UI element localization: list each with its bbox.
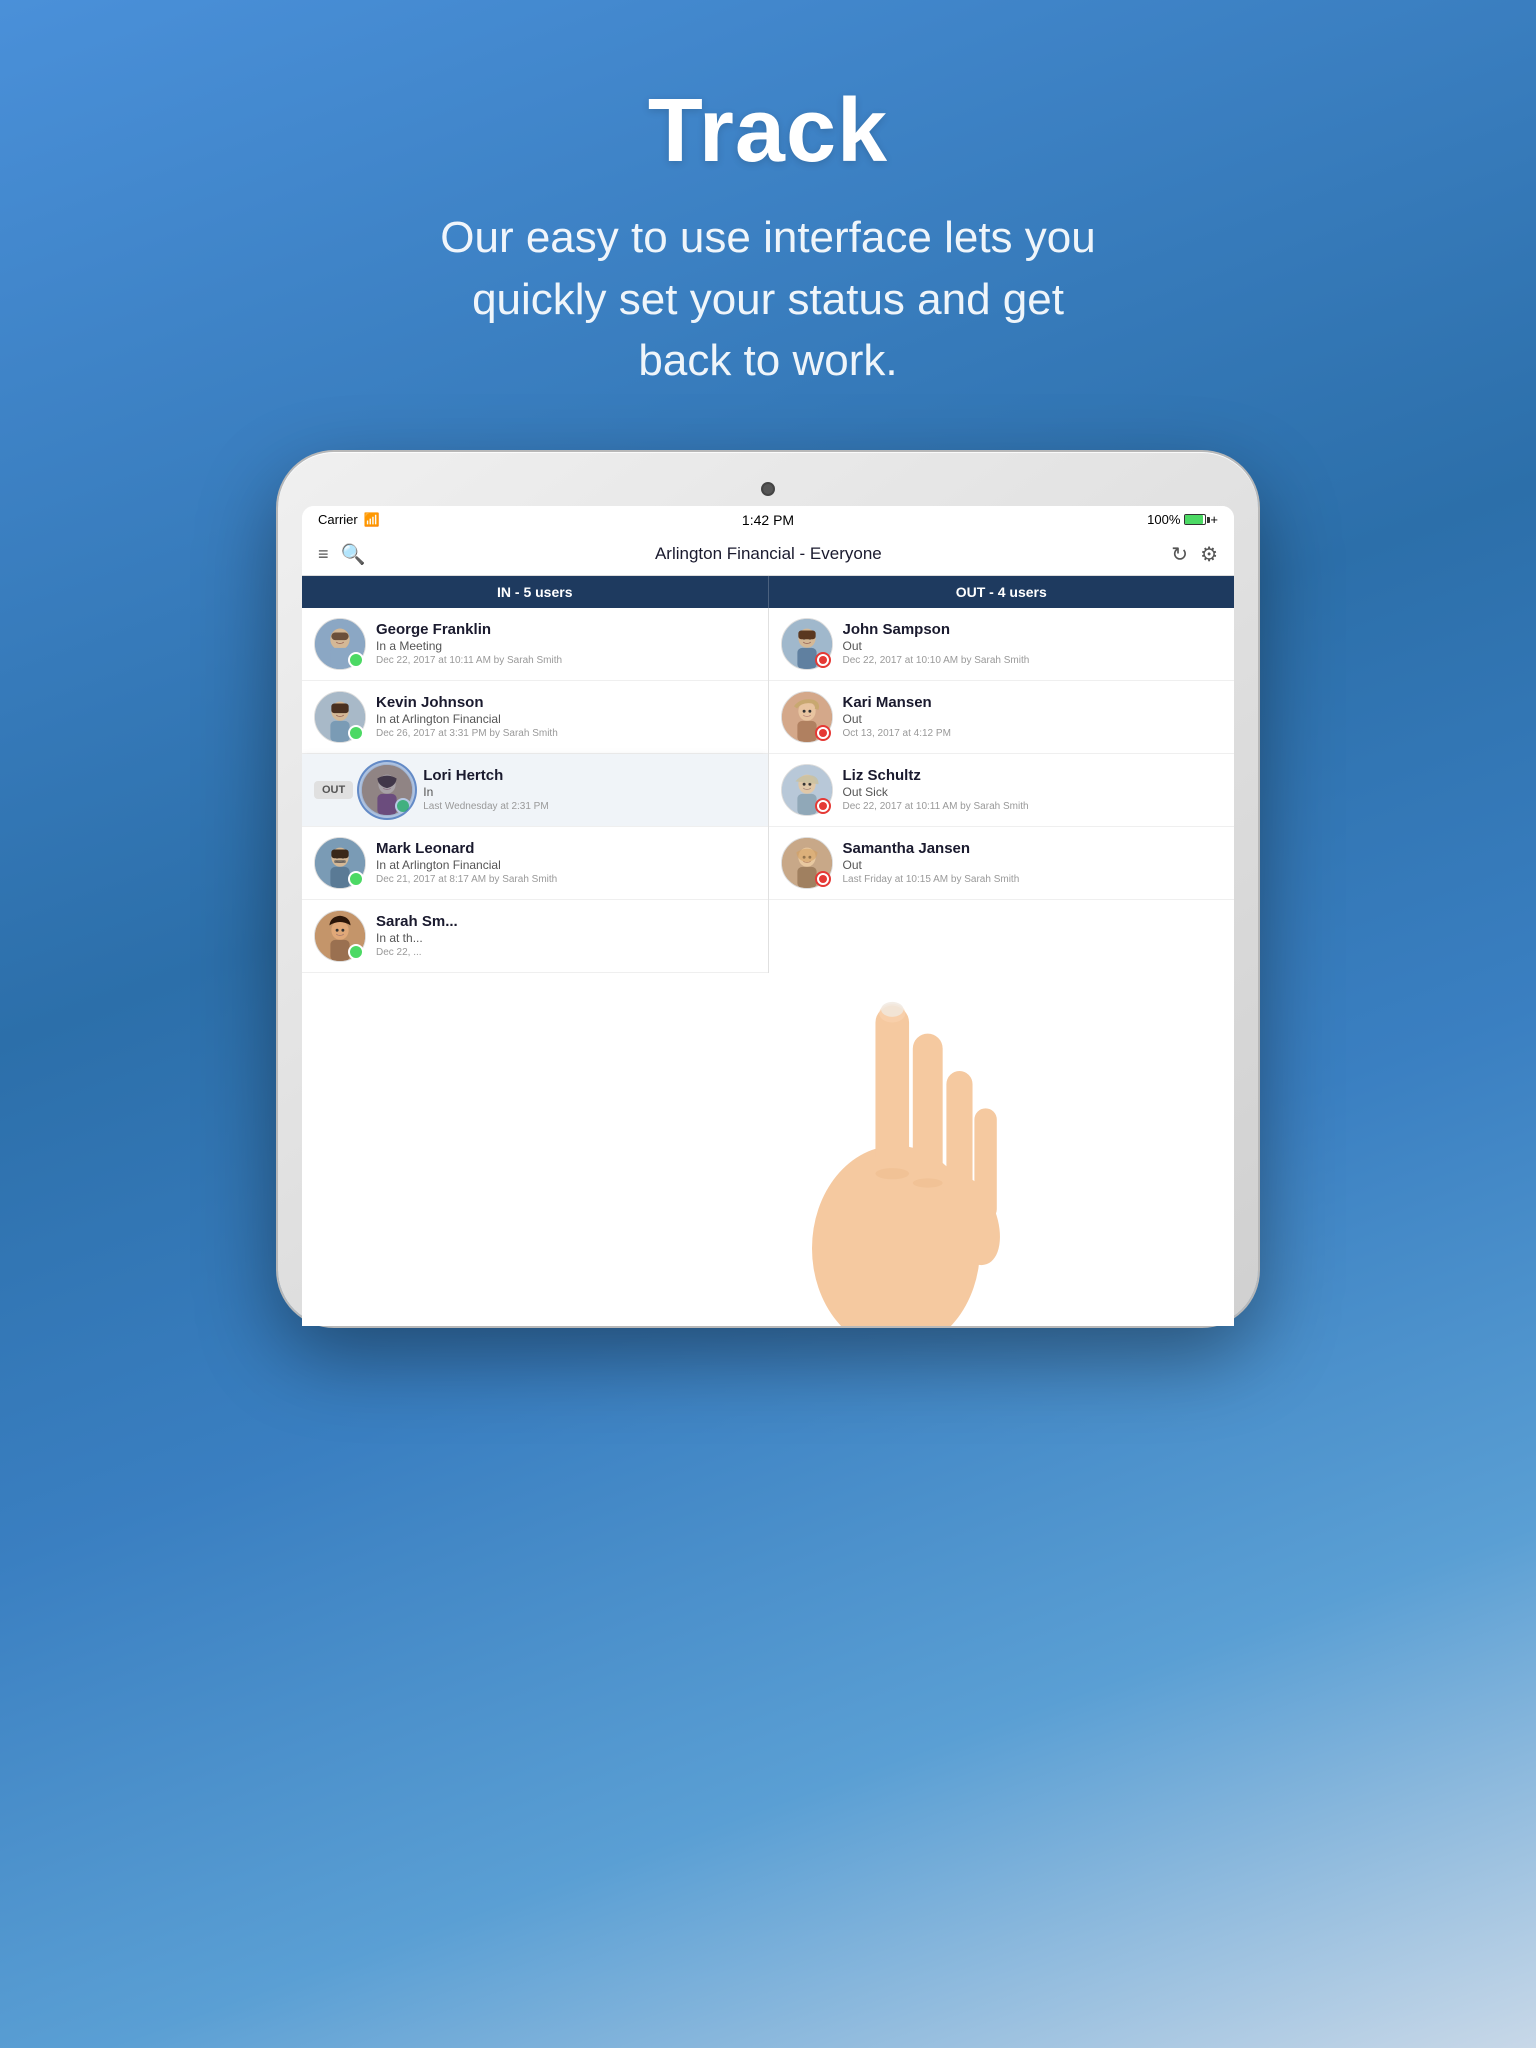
- user-status-lori: In: [423, 785, 755, 799]
- avatar-container-liz: [781, 764, 833, 816]
- avatar-container-lori: [361, 764, 413, 816]
- user-info-lori: Lori Hertch In Last Wednesday at 2:31 PM: [423, 767, 755, 812]
- user-name-kari: Kari Mansen: [843, 694, 1223, 711]
- tablet-device: Carrier 📶 1:42 PM 100% + ≡ 🔍 A: [278, 452, 1258, 1326]
- user-lists: George Franklin In a Meeting Dec 22, 201…: [302, 608, 1234, 973]
- status-dot-liz: [815, 798, 831, 814]
- user-row-liz[interactable]: Liz Schultz Out Sick Dec 22, 2017 at 10:…: [769, 754, 1235, 827]
- app-title: Arlington Financial - Everyone: [365, 544, 1171, 564]
- charging-icon: +: [1210, 512, 1218, 527]
- user-time-john: Dec 22, 2017 at 10:10 AM by Sarah Smith: [843, 655, 1223, 666]
- avatar-container-sarah: [314, 910, 366, 962]
- status-dot-george: [348, 652, 364, 668]
- out-badge-lori: OUT: [314, 781, 353, 799]
- user-info-liz: Liz Schultz Out Sick Dec 22, 2017 at 10:…: [843, 767, 1223, 812]
- user-row-samantha[interactable]: Samantha Jansen Out Last Friday at 10:15…: [769, 827, 1235, 900]
- user-name-kevin: Kevin Johnson: [376, 694, 756, 711]
- user-status-kevin: In at Arlington Financial: [376, 712, 756, 726]
- carrier-label: Carrier: [318, 512, 358, 527]
- tab-in[interactable]: IN - 5 users: [302, 576, 768, 608]
- user-time-kari: Oct 13, 2017 at 4:12 PM: [843, 728, 1223, 739]
- avatar-container-george: [314, 618, 366, 670]
- user-name-sarah: Sarah Sm...: [376, 913, 756, 930]
- tablet-screen: Carrier 📶 1:42 PM 100% + ≡ 🔍 A: [302, 506, 1234, 1326]
- avatar-container-samantha: [781, 837, 833, 889]
- user-info-sarah: Sarah Sm... In at th... Dec 22, ...: [376, 913, 756, 958]
- user-status-kari: Out: [843, 712, 1223, 726]
- status-dot-samantha: [815, 871, 831, 887]
- status-dot-mark: [348, 871, 364, 887]
- user-name-george: George Franklin: [376, 621, 756, 638]
- user-time-kevin: Dec 26, 2017 at 3:31 PM by Sarah Smith: [376, 728, 756, 739]
- user-info-kevin: Kevin Johnson In at Arlington Financial …: [376, 694, 756, 739]
- status-bar-left: Carrier 📶: [318, 512, 380, 528]
- touch-indicator: [357, 760, 417, 820]
- in-user-column: George Franklin In a Meeting Dec 22, 201…: [302, 608, 769, 973]
- user-time-mark: Dec 21, 2017 at 8:17 AM by Sarah Smith: [376, 874, 756, 885]
- user-info-george: George Franklin In a Meeting Dec 22, 201…: [376, 621, 756, 666]
- nav-left-icons: ≡ 🔍: [318, 542, 365, 567]
- user-time-george: Dec 22, 2017 at 10:11 AM by Sarah Smith: [376, 655, 756, 666]
- user-info-mark: Mark Leonard In at Arlington Financial D…: [376, 840, 756, 885]
- status-dot-sarah: [348, 944, 364, 960]
- user-time-samantha: Last Friday at 10:15 AM by Sarah Smith: [843, 874, 1223, 885]
- filter-icon[interactable]: ≡: [318, 544, 329, 565]
- user-status-john: Out: [843, 639, 1223, 653]
- battery-label: 100%: [1147, 512, 1180, 527]
- user-status-sarah: In at th...: [376, 931, 756, 945]
- user-row-john[interactable]: John Sampson Out Dec 22, 2017 at 10:10 A…: [769, 608, 1235, 681]
- battery-fill: [1185, 515, 1203, 524]
- camera-dot: [761, 482, 775, 496]
- user-name-john: John Sampson: [843, 621, 1223, 638]
- user-status-george: In a Meeting: [376, 639, 756, 653]
- user-time-liz: Dec 22, 2017 at 10:11 AM by Sarah Smith: [843, 801, 1223, 812]
- avatar-container-john: [781, 618, 833, 670]
- user-info-samantha: Samantha Jansen Out Last Friday at 10:15…: [843, 840, 1223, 885]
- user-row-lori[interactable]: OUT: [302, 754, 768, 827]
- user-status-samantha: Out: [843, 858, 1223, 872]
- avatar-container-mark: [314, 837, 366, 889]
- status-dot-john: [815, 652, 831, 668]
- user-time-lori: Last Wednesday at 2:31 PM: [423, 801, 755, 812]
- user-time-sarah: Dec 22, ...: [376, 947, 756, 958]
- user-name-mark: Mark Leonard: [376, 840, 756, 857]
- user-row-mark[interactable]: Mark Leonard In at Arlington Financial D…: [302, 827, 768, 900]
- avatar-container-kevin: [314, 691, 366, 743]
- refresh-icon[interactable]: ↻: [1171, 542, 1188, 567]
- user-row-kari[interactable]: Kari Mansen Out Oct 13, 2017 at 4:12 PM: [769, 681, 1235, 754]
- tab-bar: IN - 5 users OUT - 4 users: [302, 576, 1234, 608]
- settings-icon[interactable]: ⚙: [1200, 542, 1218, 567]
- hand-overlay: [736, 931, 1056, 1326]
- user-name-samantha: Samantha Jansen: [843, 840, 1223, 857]
- user-name-lori: Lori Hertch: [423, 767, 755, 784]
- status-bar-right: 100% +: [1147, 512, 1218, 527]
- page-subtitle: Our easy to use interface lets you quick…: [428, 207, 1108, 392]
- wifi-icon: 📶: [364, 512, 380, 528]
- out-user-column: John Sampson Out Dec 22, 2017 at 10:10 A…: [769, 608, 1235, 973]
- status-time: 1:42 PM: [742, 512, 794, 528]
- status-dot-kevin: [348, 725, 364, 741]
- user-info-kari: Kari Mansen Out Oct 13, 2017 at 4:12 PM: [843, 694, 1223, 739]
- user-status-liz: Out Sick: [843, 785, 1223, 799]
- hero-section: Track Our easy to use interface lets you…: [428, 80, 1108, 392]
- search-icon[interactable]: 🔍: [341, 542, 366, 567]
- user-info-john: John Sampson Out Dec 22, 2017 at 10:10 A…: [843, 621, 1223, 666]
- page-title: Track: [428, 80, 1108, 183]
- nav-right-icons: ↻ ⚙: [1171, 542, 1218, 567]
- user-row-sarah[interactable]: Sarah Sm... In at th... Dec 22, ...: [302, 900, 768, 973]
- app-nav-bar: ≡ 🔍 Arlington Financial - Everyone ↻ ⚙: [302, 534, 1234, 576]
- user-name-liz: Liz Schultz: [843, 767, 1223, 784]
- user-row-kevin[interactable]: Kevin Johnson In at Arlington Financial …: [302, 681, 768, 754]
- user-status-mark: In at Arlington Financial: [376, 858, 756, 872]
- tablet-frame: Carrier 📶 1:42 PM 100% + ≡ 🔍 A: [278, 452, 1258, 1326]
- tab-out[interactable]: OUT - 4 users: [768, 576, 1235, 608]
- user-row-george[interactable]: George Franklin In a Meeting Dec 22, 201…: [302, 608, 768, 681]
- status-dot-kari: [815, 725, 831, 741]
- battery-icon: [1184, 514, 1206, 525]
- avatar-container-kari: [781, 691, 833, 743]
- status-bar: Carrier 📶 1:42 PM 100% +: [302, 506, 1234, 534]
